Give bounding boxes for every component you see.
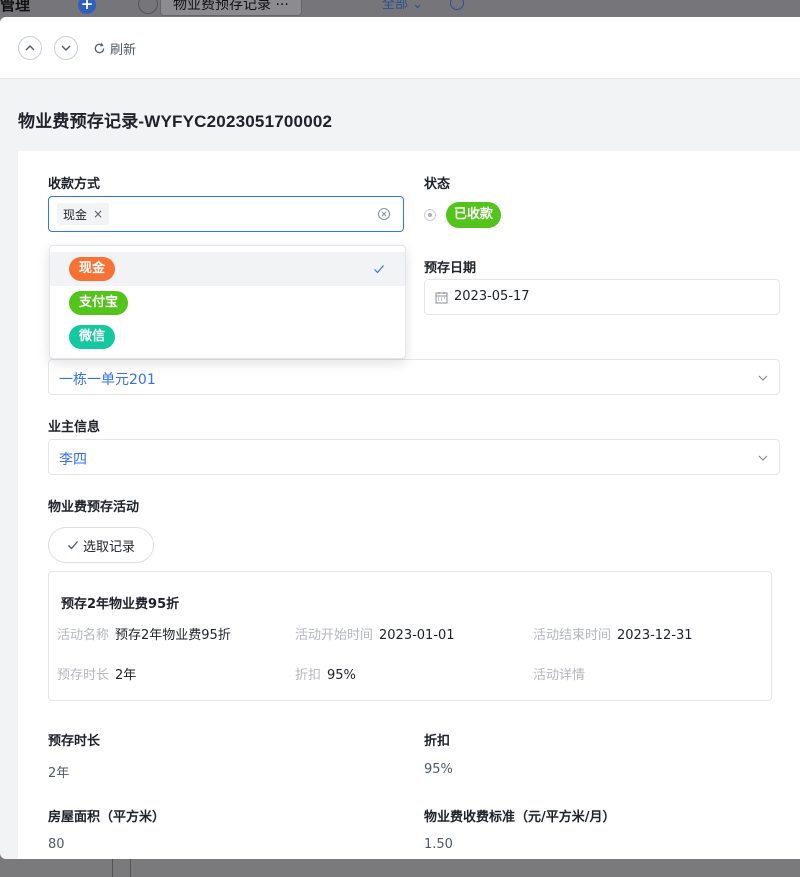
more-icon: ··· [56,0,73,8]
owner-select[interactable]: 李四 [48,439,780,475]
activity-duration-field: 预存时长 2年 [57,664,136,683]
owner-value: 李四 [59,452,87,468]
clear-icon[interactable] [377,207,391,221]
prepay-date-field[interactable]: 2023-05-17 [424,279,780,315]
calendar-icon [435,292,448,304]
plus-icon: + [78,0,96,14]
background-topbar: 管理 ··· + 物业费预存记录 ··· 全部 ⌄ [0,0,800,17]
activity-title: 预存2年物业费95折 [61,597,180,612]
option-label: 微信 [69,325,116,349]
payment-method-tag: 现金 × [57,203,110,225]
background-filter: 全部 ⌄ [382,0,424,12]
area-value: 80 [48,837,65,852]
tab-label: 物业费预存记录 [173,0,271,13]
previous-record-button[interactable] [18,36,42,60]
tab-more-icon: ··· [275,0,289,13]
activity-detail-key: 活动详情 [533,668,586,683]
activity-discount-value: 95% [327,668,356,683]
discount-label: 折扣 [424,734,451,749]
dropdown-option-wechat[interactable]: 微信 [50,320,405,354]
activity-detail-field: 活动详情 [533,664,585,683]
background-tab: 物业费预存记录 ··· [160,0,302,16]
back-icon [138,0,158,14]
next-record-button[interactable] [54,36,78,60]
tag-label: 现金 [63,207,88,222]
select-record-label: 选取记录 [83,539,136,555]
activity-end-value: 2023-12-31 [617,628,693,643]
prepay-date-value: 2023-05-17 [454,289,530,304]
drawer-toolbar: 刷新 [0,17,800,79]
chevron-up-icon [25,45,35,51]
dropdown-option-cash[interactable]: 现金 [50,252,405,286]
activity-duration-value: 2年 [115,668,137,683]
remove-tag-icon[interactable]: × [93,207,103,221]
activity-start-value: 2023-01-01 [379,628,455,643]
owner-label: 业主信息 [48,420,101,435]
chevron-down-icon [758,455,768,461]
fee-standard-label: 物业费收费标准（元/平方米/月） [424,810,616,825]
activity-end-key: 活动结束时间 [533,628,612,643]
activity-section-label: 物业费预存活动 [48,500,140,515]
chevron-down-icon [758,375,768,381]
dropdown-option-alipay[interactable]: 支付宝 [50,286,405,320]
background-title: 管理 [0,0,31,14]
activity-duration-key: 预存时长 [57,668,110,683]
refresh-icon [94,42,105,53]
activity-start-key: 活动开始时间 [295,628,374,643]
prepay-duration-label: 预存时长 [48,734,101,749]
status-badge: 已收款 [446,202,502,228]
activity-name-key: 活动名称 [57,628,110,643]
check-icon [68,541,78,550]
fee-standard-value: 1.50 [424,837,453,852]
select-record-button[interactable]: 选取记录 [48,527,155,563]
payment-method-dropdown: 现金 支付宝 微信 [49,245,406,359]
activity-card: 预存2年物业费95折 活动名称 预存2年物业费95折 活动开始时间 2023-01-… [48,571,772,701]
prepay-date-label: 预存日期 [424,261,477,276]
activity-name-value: 预存2年物业费95折 [115,628,231,643]
activity-start-field: 活动开始时间 2023-01-01 [295,624,455,643]
info-icon [450,0,464,10]
divider [112,858,113,877]
activity-discount-key: 折扣 [295,668,322,683]
option-label: 支付宝 [69,291,129,315]
check-icon [374,265,384,274]
room-select[interactable]: 一栋一单元201 [48,359,780,395]
activity-discount-field: 折扣 95% [295,664,356,683]
refresh-button[interactable]: 刷新 [93,37,136,59]
activity-name-field: 活动名称 预存2年物业费95折 [57,624,231,643]
prepay-duration-value: 2年 [48,766,70,781]
area-label: 房屋面积（平方米） [48,810,166,825]
page-title: 物业费预存记录-WYFYC2023051700002 [18,112,333,131]
status-label: 状态 [424,177,451,192]
room-value: 一栋一单元201 [59,372,156,388]
activity-end-field: 活动结束时间 2023-12-31 [533,624,693,643]
payment-method-label: 收款方式 [48,177,101,192]
payment-method-select[interactable]: 现金 × [48,196,404,232]
divider [130,858,131,877]
option-label: 现金 [69,257,116,281]
record-drawer: 刷新 物业费预存记录-WYFYC2023051700002 [0,17,800,859]
discount-value: 95% [424,762,453,777]
refresh-label: 刷新 [110,42,137,58]
chevron-down-icon [61,45,71,51]
status-radio[interactable] [424,209,436,221]
